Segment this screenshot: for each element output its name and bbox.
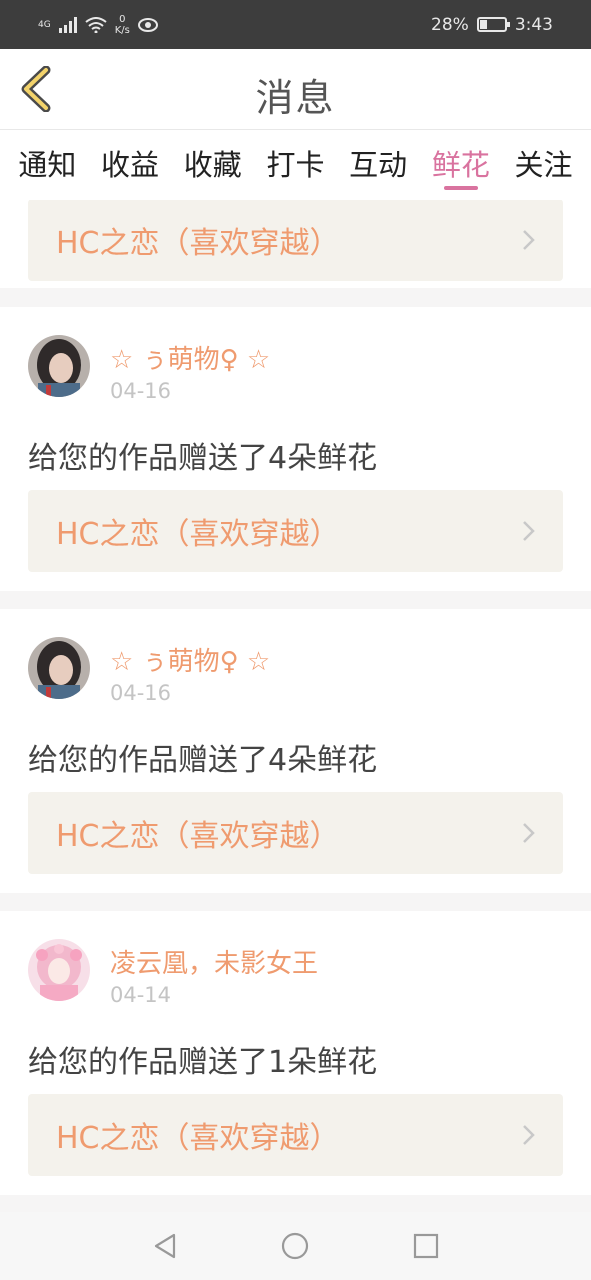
system-nav-bar xyxy=(0,1212,591,1280)
nav-home-button[interactable] xyxy=(275,1226,315,1266)
work-title: HC之恋（喜欢穿越） xyxy=(56,819,340,854)
status-left: 4G 0 K/s xyxy=(38,14,158,36)
tab-favorites[interactable]: 收藏 xyxy=(173,130,253,200)
date: 04-16 xyxy=(110,379,172,403)
network-type: 4G xyxy=(38,19,51,30)
avatar-illustration-icon xyxy=(28,939,90,1001)
work-title: HC之恋（喜欢穿越） xyxy=(56,226,340,261)
tab-flowers[interactable]: 鲜花 xyxy=(421,130,501,200)
tab-notifications[interactable]: 通知 xyxy=(7,130,87,200)
work-link[interactable]: HC之恋（喜欢穿越） xyxy=(28,1094,563,1176)
list-item: 凌云凰，未影女王 04-14 给您的作品赠送了1朵鲜花 HC之恋（喜欢穿越） xyxy=(0,911,591,1195)
battery-fill xyxy=(479,20,488,29)
work-link[interactable]: HC之恋（喜欢穿越） xyxy=(28,200,563,281)
list-item: HC之恋（喜欢穿越） xyxy=(0,200,591,288)
square-recents-icon xyxy=(413,1233,438,1259)
tab-earnings[interactable]: 收益 xyxy=(90,130,170,200)
username[interactable]: ☆ ぅ萌物♀ ☆ xyxy=(110,641,270,678)
tab-interactions[interactable]: 互动 xyxy=(338,130,418,200)
battery-icon xyxy=(476,17,510,32)
list-item: ☆ ぅ萌物♀ ☆ 04-16 给您的作品赠送了4朵鲜花 HC之恋（喜欢穿越） xyxy=(0,307,591,591)
chevron-right-icon xyxy=(523,230,535,250)
chevron-right-icon xyxy=(523,823,535,843)
nav-recents-button[interactable] xyxy=(406,1226,446,1266)
list-item: ☆ ぅ萌物♀ ☆ 04-16 给您的作品赠送了4朵鲜花 HC之恋（喜欢穿越） xyxy=(0,609,591,893)
message: 给您的作品赠送了4朵鲜花 xyxy=(28,743,378,778)
avatar[interactable] xyxy=(28,939,90,1001)
eye-icon xyxy=(137,17,158,32)
date: 04-16 xyxy=(110,681,172,705)
message: 给您的作品赠送了1朵鲜花 xyxy=(28,1045,378,1080)
avatar[interactable] xyxy=(28,637,90,699)
triangle-back-icon xyxy=(155,1233,176,1259)
tab-bar: 通知 收益 收藏 打卡 互动 鲜花 关注 xyxy=(0,130,591,200)
avatar-photo-icon xyxy=(28,637,90,699)
work-link[interactable]: HC之恋（喜欢穿越） xyxy=(28,792,563,874)
username[interactable]: ☆ ぅ萌物♀ ☆ xyxy=(110,339,270,376)
status-bar: 4G 0 K/s 28% 3:43 xyxy=(0,0,591,49)
avatar[interactable] xyxy=(28,335,90,397)
tab-checkin[interactable]: 打卡 xyxy=(255,130,335,200)
signal-icon xyxy=(58,16,77,33)
battery-percent: 28% xyxy=(431,14,469,35)
circle-home-icon xyxy=(282,1232,309,1260)
nav-back-button[interactable] xyxy=(145,1226,185,1266)
username[interactable]: 凌云凰，未影女王 xyxy=(110,943,318,980)
net-speed-unit: K/s xyxy=(114,24,130,36)
work-title: HC之恋（喜欢穿越） xyxy=(56,1121,340,1156)
flower-feed: HC之恋（喜欢穿越） ☆ ぅ萌物♀ ☆ 04-16 给您的作品赠送了4朵鲜花 H… xyxy=(0,200,591,1212)
avatar-photo-icon xyxy=(28,335,90,397)
chevron-right-icon xyxy=(523,1125,535,1145)
work-title: HC之恋（喜欢穿越） xyxy=(56,517,340,552)
message: 给您的作品赠送了4朵鲜花 xyxy=(28,441,378,476)
status-right: 28% 3:43 xyxy=(431,15,553,35)
net-speed-value: 0 xyxy=(119,13,126,25)
chevron-right-icon xyxy=(523,521,535,541)
work-link[interactable]: HC之恋（喜欢穿越） xyxy=(28,490,563,572)
net-speed: 0 K/s xyxy=(115,14,130,36)
date: 04-14 xyxy=(110,983,172,1007)
tab-following[interactable]: 关注 xyxy=(504,130,584,200)
wifi-icon xyxy=(85,16,107,33)
clock: 3:43 xyxy=(514,14,553,35)
page-title: 消息 xyxy=(255,76,336,120)
header: 消息 xyxy=(0,49,591,130)
